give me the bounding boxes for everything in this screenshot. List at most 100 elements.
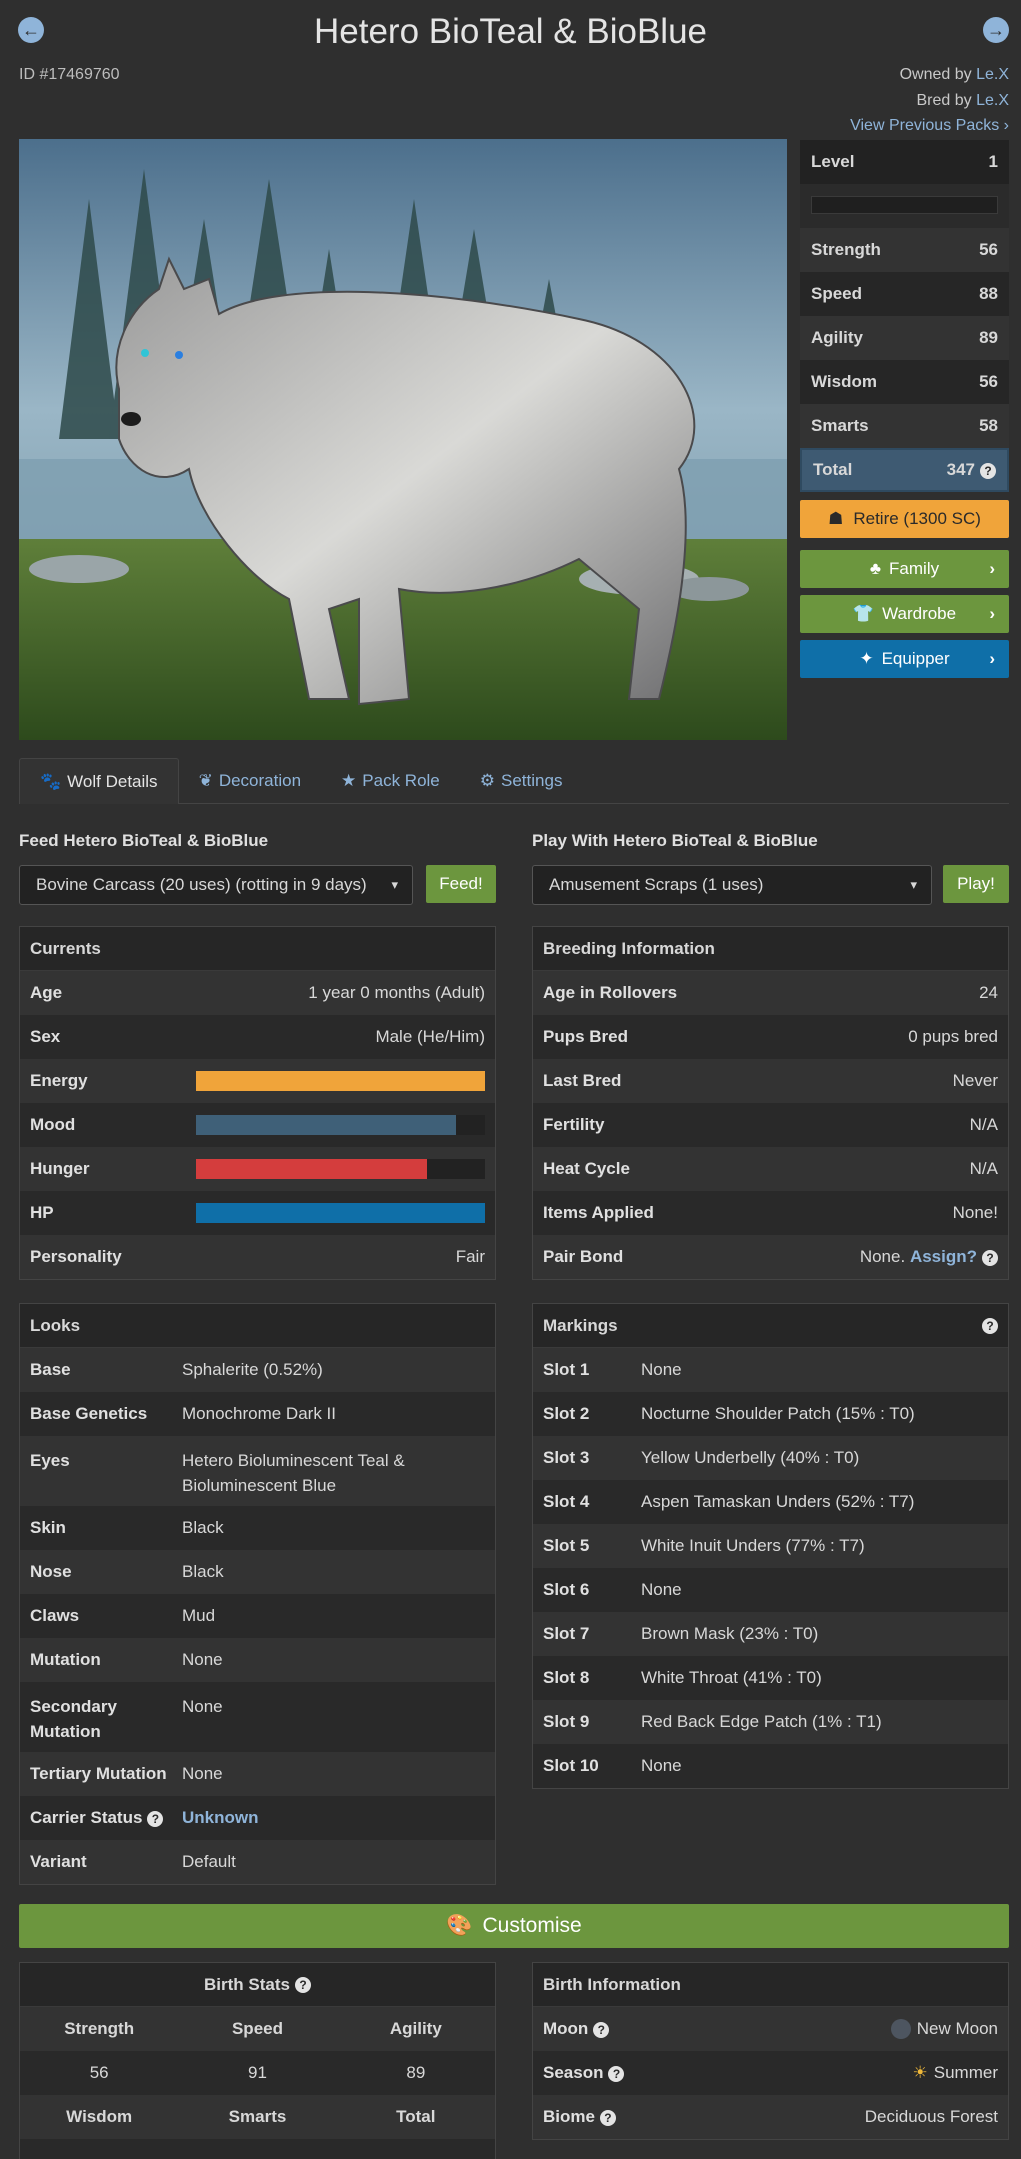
- row-label: Slot 3: [543, 1448, 590, 1467]
- help-icon[interactable]: ?: [593, 2021, 610, 2038]
- stat-row-wisdom: Wisdom 56: [800, 360, 1009, 404]
- stat-row-total: Total 347?: [800, 448, 1009, 492]
- star-icon: ★: [341, 771, 357, 790]
- feed-select[interactable]: Bovine Carcass (20 uses) (rotting in 9 d…: [19, 865, 413, 905]
- row-value: Yellow Underbelly (40% : T0): [641, 1448, 860, 1467]
- play-select[interactable]: Amusement Scraps (1 uses) ▾: [532, 865, 932, 905]
- row-value: N/A: [969, 1159, 998, 1178]
- carrier-status-link[interactable]: Unknown: [182, 1808, 485, 1828]
- chevron-down-icon: ▾: [910, 877, 917, 892]
- row-label: Claws: [30, 1606, 80, 1625]
- tab-settings[interactable]: ⚙ Settings: [460, 758, 583, 804]
- moon-label-wrap: Moon?: [543, 2019, 610, 2039]
- retire-button[interactable]: ☗ Retire (1300 SC): [800, 500, 1009, 538]
- stat-row-speed: Speed 88: [800, 272, 1009, 316]
- row-label: Biome: [543, 2107, 595, 2126]
- feed-button[interactable]: Feed!: [426, 865, 496, 903]
- row-value: Nocturne Shoulder Patch (15% : T0): [641, 1404, 915, 1423]
- row-biome: Biome? Deciduous Forest: [533, 2095, 1008, 2139]
- row-value: Brown Mask (23% : T0): [641, 1624, 819, 1643]
- energy-bar-fill: [196, 1071, 485, 1091]
- stat-label: Agility: [811, 328, 863, 347]
- birth-stat-value: 91: [248, 2063, 267, 2082]
- help-icon[interactable]: ?: [608, 2065, 625, 2082]
- moon-text: New Moon: [916, 2018, 998, 2038]
- stat-row-agility: Agility 89: [800, 316, 1009, 360]
- row-mood: Mood: [20, 1103, 495, 1147]
- birth-stat-label: Smarts: [228, 2107, 287, 2126]
- tree-icon: ♣: [869, 559, 882, 578]
- row-value: None: [182, 1764, 223, 1783]
- hunger-bar: [196, 1159, 485, 1179]
- owned-by: Owned by Le.X: [900, 66, 1009, 84]
- row-label: Secondary Mutation: [30, 1697, 117, 1741]
- birth-info-title: Birth Information: [533, 1963, 1008, 2007]
- birth-stat-label: Total: [396, 2107, 436, 2126]
- xp-row: [800, 184, 1009, 228]
- mood-bar-fill: [196, 1115, 457, 1135]
- play-label: Play With Hetero BioTeal & BioBlue: [532, 831, 818, 850]
- chevron-right-icon: ›: [989, 559, 995, 578]
- help-icon[interactable]: ?: [982, 1317, 998, 1334]
- customise-button[interactable]: 🎨 Customise: [19, 1904, 1009, 1948]
- play-button[interactable]: Play!: [943, 865, 1009, 903]
- stat-label: Strength: [811, 240, 881, 259]
- row-label: Personality: [30, 1247, 122, 1266]
- row-label: Hunger: [30, 1159, 90, 1178]
- birth-info-table: Birth Information Moon? New Moon Season? ☀…: [532, 1962, 1009, 2140]
- retire-label: Retire (1300 SC): [853, 509, 981, 528]
- help-icon[interactable]: ?: [147, 1810, 164, 1827]
- help-icon[interactable]: ?: [980, 462, 996, 479]
- row-value: None: [182, 1697, 223, 1716]
- row-variant: Variant Default: [20, 1840, 495, 1884]
- row-slot-10: Slot 10 None: [533, 1744, 1008, 1788]
- row-last-bred: Last Bred Never: [533, 1059, 1008, 1103]
- view-previous-packs-link[interactable]: View Previous Packs: [850, 117, 999, 134]
- row-label: Slot 8: [543, 1668, 590, 1687]
- row-label: Slot 2: [543, 1404, 590, 1423]
- total-value-wrap: 347?: [947, 460, 996, 480]
- stat-row-strength: Strength 56: [800, 228, 1009, 272]
- birth-stats-title: Birth Stats: [204, 1974, 290, 1994]
- owner-link[interactable]: Le.X: [976, 66, 1009, 83]
- row-label: Age: [30, 983, 63, 1002]
- view-previous-packs[interactable]: View Previous Packs ›: [850, 117, 1009, 135]
- row-label: Nose: [30, 1562, 72, 1581]
- row-value: None: [182, 1650, 223, 1669]
- row-label: Age in Rollovers: [543, 983, 678, 1002]
- tab-pack-role[interactable]: ★ Pack Role: [321, 758, 460, 804]
- help-icon[interactable]: ?: [982, 1249, 998, 1266]
- breeder-link[interactable]: Le.X: [976, 92, 1009, 109]
- row-label: Variant: [30, 1852, 87, 1871]
- equipper-button[interactable]: ✦ Equipper ›: [800, 640, 1009, 678]
- row-value: Red Back Edge Patch (1% : T1): [641, 1712, 882, 1731]
- row-value: White Inuit Unders (77% : T7): [641, 1536, 865, 1555]
- row-personality: Personality Fair: [20, 1235, 495, 1279]
- row-fertility: Fertility N/A: [533, 1103, 1008, 1147]
- row-slot-7: Slot 7 Brown Mask (23% : T0): [533, 1612, 1008, 1656]
- hp-bar-fill: [196, 1203, 485, 1223]
- tab-label: Pack Role: [362, 771, 440, 790]
- palette-icon: 🎨: [446, 1914, 473, 1937]
- chevron-right-icon: ›: [1003, 117, 1009, 134]
- level-value: 1: [988, 152, 998, 171]
- wardrobe-button[interactable]: 👕 Wardrobe ›: [800, 595, 1009, 633]
- help-icon[interactable]: ?: [294, 1976, 311, 1993]
- row-age-rollovers: Age in Rollovers 24: [533, 971, 1008, 1015]
- row-value: N/A: [969, 1115, 998, 1134]
- stat-value: 58: [979, 416, 998, 435]
- tab-decoration[interactable]: ❦ Decoration: [179, 758, 321, 804]
- carrier-label-wrap: Carrier Status?: [30, 1808, 182, 1828]
- season-value: ☀ Summer: [913, 2063, 998, 2083]
- assign-link[interactable]: Assign?: [910, 1247, 977, 1266]
- row-slot-8: Slot 8 White Throat (41% : T0): [533, 1656, 1008, 1700]
- sparkle-icon: ✦: [859, 649, 874, 668]
- row-label: Base Genetics: [30, 1404, 148, 1423]
- row-label: Base: [30, 1360, 71, 1379]
- help-icon[interactable]: ?: [599, 2109, 616, 2126]
- row-value: Fair: [455, 1247, 485, 1266]
- tab-wolf-details[interactable]: 🐾 Wolf Details: [19, 758, 179, 804]
- row-label: Fertility: [543, 1115, 605, 1134]
- family-button[interactable]: ♣ Family ›: [800, 550, 1009, 588]
- row-value: Black: [182, 1518, 224, 1537]
